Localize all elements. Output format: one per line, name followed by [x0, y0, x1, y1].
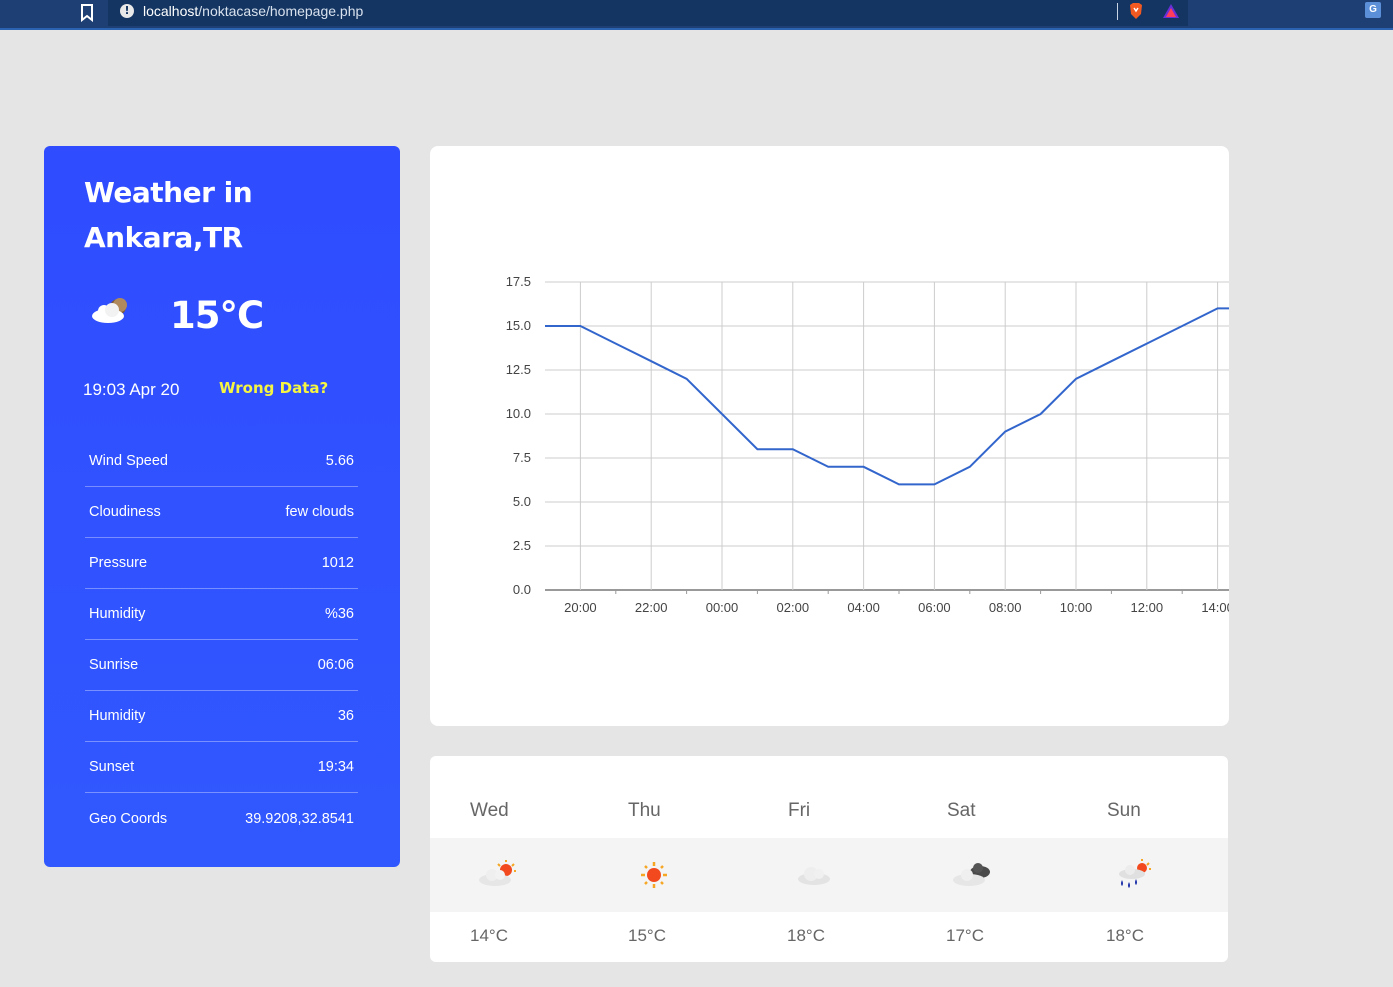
browser-toolbar: ! localhost/noktacase/homepage.php G: [0, 0, 1393, 30]
forecast-day-label: Sat: [947, 800, 976, 821]
detail-label: Humidity: [89, 708, 146, 724]
detail-label: Sunset: [89, 759, 135, 775]
y-tick-label: 15.0: [506, 318, 531, 333]
detail-label: Cloudiness: [89, 504, 161, 520]
detail-row-geo-coords: Geo Coords 39.9208,32.8541: [85, 793, 358, 844]
detail-row-humidity: Humidity %36: [85, 589, 358, 640]
x-tick-label: 00:00: [706, 600, 739, 615]
y-tick-label: 7.5: [513, 450, 531, 465]
detail-value: %36: [324, 606, 354, 622]
forecast-days-row: Wed Thu Fri Sat Sun: [430, 756, 1228, 838]
temperature-chart-card: 0.0 2.5 5.0 7.5 10.0 12.5 15.0 17.5 20:00 22:00 00…: [430, 146, 1229, 726]
few-clouds-night-icon: [92, 298, 127, 323]
temperature-line-chart[interactable]: 0.0 2.5 5.0 7.5 10.0 12.5 15.0 17.5 20:00 22:00 00…: [430, 146, 1229, 726]
url-host: localhost: [143, 3, 199, 19]
brave-shield-icon[interactable]: [1128, 2, 1144, 20]
url-text[interactable]: localhost/noktacase/homepage.php: [143, 3, 363, 19]
x-tick-label: 02:00: [777, 600, 810, 615]
detail-value: 36: [337, 708, 354, 724]
current-temperature: 15°C: [170, 294, 264, 337]
forecast-day-label: Wed: [470, 800, 509, 821]
detail-row-humidity-2: Humidity 36: [85, 691, 358, 742]
detail-value: few clouds: [285, 504, 354, 520]
forecast-temp: 15°C: [628, 926, 666, 945]
rain-sun-icon: [1119, 859, 1151, 888]
url-path: /noktacase/homepage.php: [198, 3, 364, 19]
y-tick-label: 17.5: [506, 274, 531, 289]
detail-value: 19:34: [317, 759, 354, 775]
weather-details-list: Wind Speed 5.66 Cloudiness few clouds Pr…: [85, 436, 358, 844]
y-tick-label: 5.0: [513, 494, 531, 509]
sun-icon: [641, 862, 667, 888]
weather-location: Ankara,TR: [84, 221, 243, 254]
forecast-icons-row: [430, 838, 1228, 912]
detail-label: Humidity: [89, 606, 146, 622]
dark-cloud-icon: [953, 863, 990, 886]
site-info-icon[interactable]: !: [120, 4, 134, 18]
detail-label: Pressure: [89, 555, 148, 571]
current-weather-card: Weather in Ankara,TR 15°C 19:03 Apr 20 W…: [44, 146, 400, 867]
detail-label: Sunrise: [89, 657, 139, 673]
forecast-temp: 14°C: [470, 926, 508, 945]
forecast-day-label: Fri: [788, 800, 811, 821]
x-tick-label: 08:00: [989, 600, 1022, 615]
forecast-temp: 18°C: [787, 926, 825, 945]
detail-row-cloudiness: Cloudiness few clouds: [85, 487, 358, 538]
y-tick-label: 2.5: [513, 538, 531, 553]
y-tick-label: 10.0: [506, 406, 531, 421]
detail-row-sunset: Sunset 19:34: [85, 742, 358, 793]
x-tick-label: 06:00: [918, 600, 951, 615]
cloud-icon: [798, 867, 830, 885]
detail-value: 39.9208,32.8541: [245, 810, 354, 827]
detail-row-pressure: Pressure 1012: [85, 538, 358, 589]
detail-value: 5.66: [325, 453, 354, 469]
detail-value: 06:06: [317, 657, 354, 673]
x-tick-label: 04:00: [847, 600, 880, 615]
y-tick-label: 0.0: [513, 582, 531, 597]
current-datetime: 19:03 Apr 20: [83, 380, 180, 399]
detail-row-sunrise: Sunrise 06:06: [85, 640, 358, 691]
weather-title: Weather in Ankara,TR: [84, 170, 384, 260]
y-tick-label: 12.5: [506, 362, 531, 377]
forecast-card: Wed Thu Fri Sat Sun 14°C 15°C 18°C 17°C …: [430, 756, 1228, 962]
detail-value: 1012: [321, 555, 354, 571]
x-tick-label: 20:00: [564, 600, 597, 615]
x-tick-label: 10:00: [1060, 600, 1093, 615]
forecast-temp: 18°C: [1106, 926, 1144, 945]
forecast-temp: 17°C: [946, 926, 984, 945]
sun-cloud-icon: [479, 860, 516, 886]
toolbar-divider: [1117, 3, 1118, 20]
x-tick-label: 22:00: [635, 600, 668, 615]
detail-row-wind-speed: Wind Speed 5.66: [85, 436, 358, 487]
x-tick-label: 12:00: [1131, 600, 1164, 615]
wrong-data-link[interactable]: Wrong Data?: [219, 379, 328, 397]
x-tick-label: 14:00: [1201, 600, 1229, 615]
detail-label: Wind Speed: [89, 453, 168, 469]
bookmark-icon[interactable]: [80, 4, 94, 22]
weather-title-line1: Weather in: [84, 176, 253, 209]
detail-label: Geo Coords: [89, 810, 168, 827]
brave-rewards-icon[interactable]: [1162, 3, 1180, 19]
forecast-day-label: Thu: [628, 800, 661, 821]
forecast-day-label: Sun: [1107, 800, 1141, 821]
translate-icon[interactable]: G: [1365, 2, 1381, 18]
forecast-temps-row: 14°C 15°C 18°C 17°C 18°C: [430, 912, 1228, 962]
